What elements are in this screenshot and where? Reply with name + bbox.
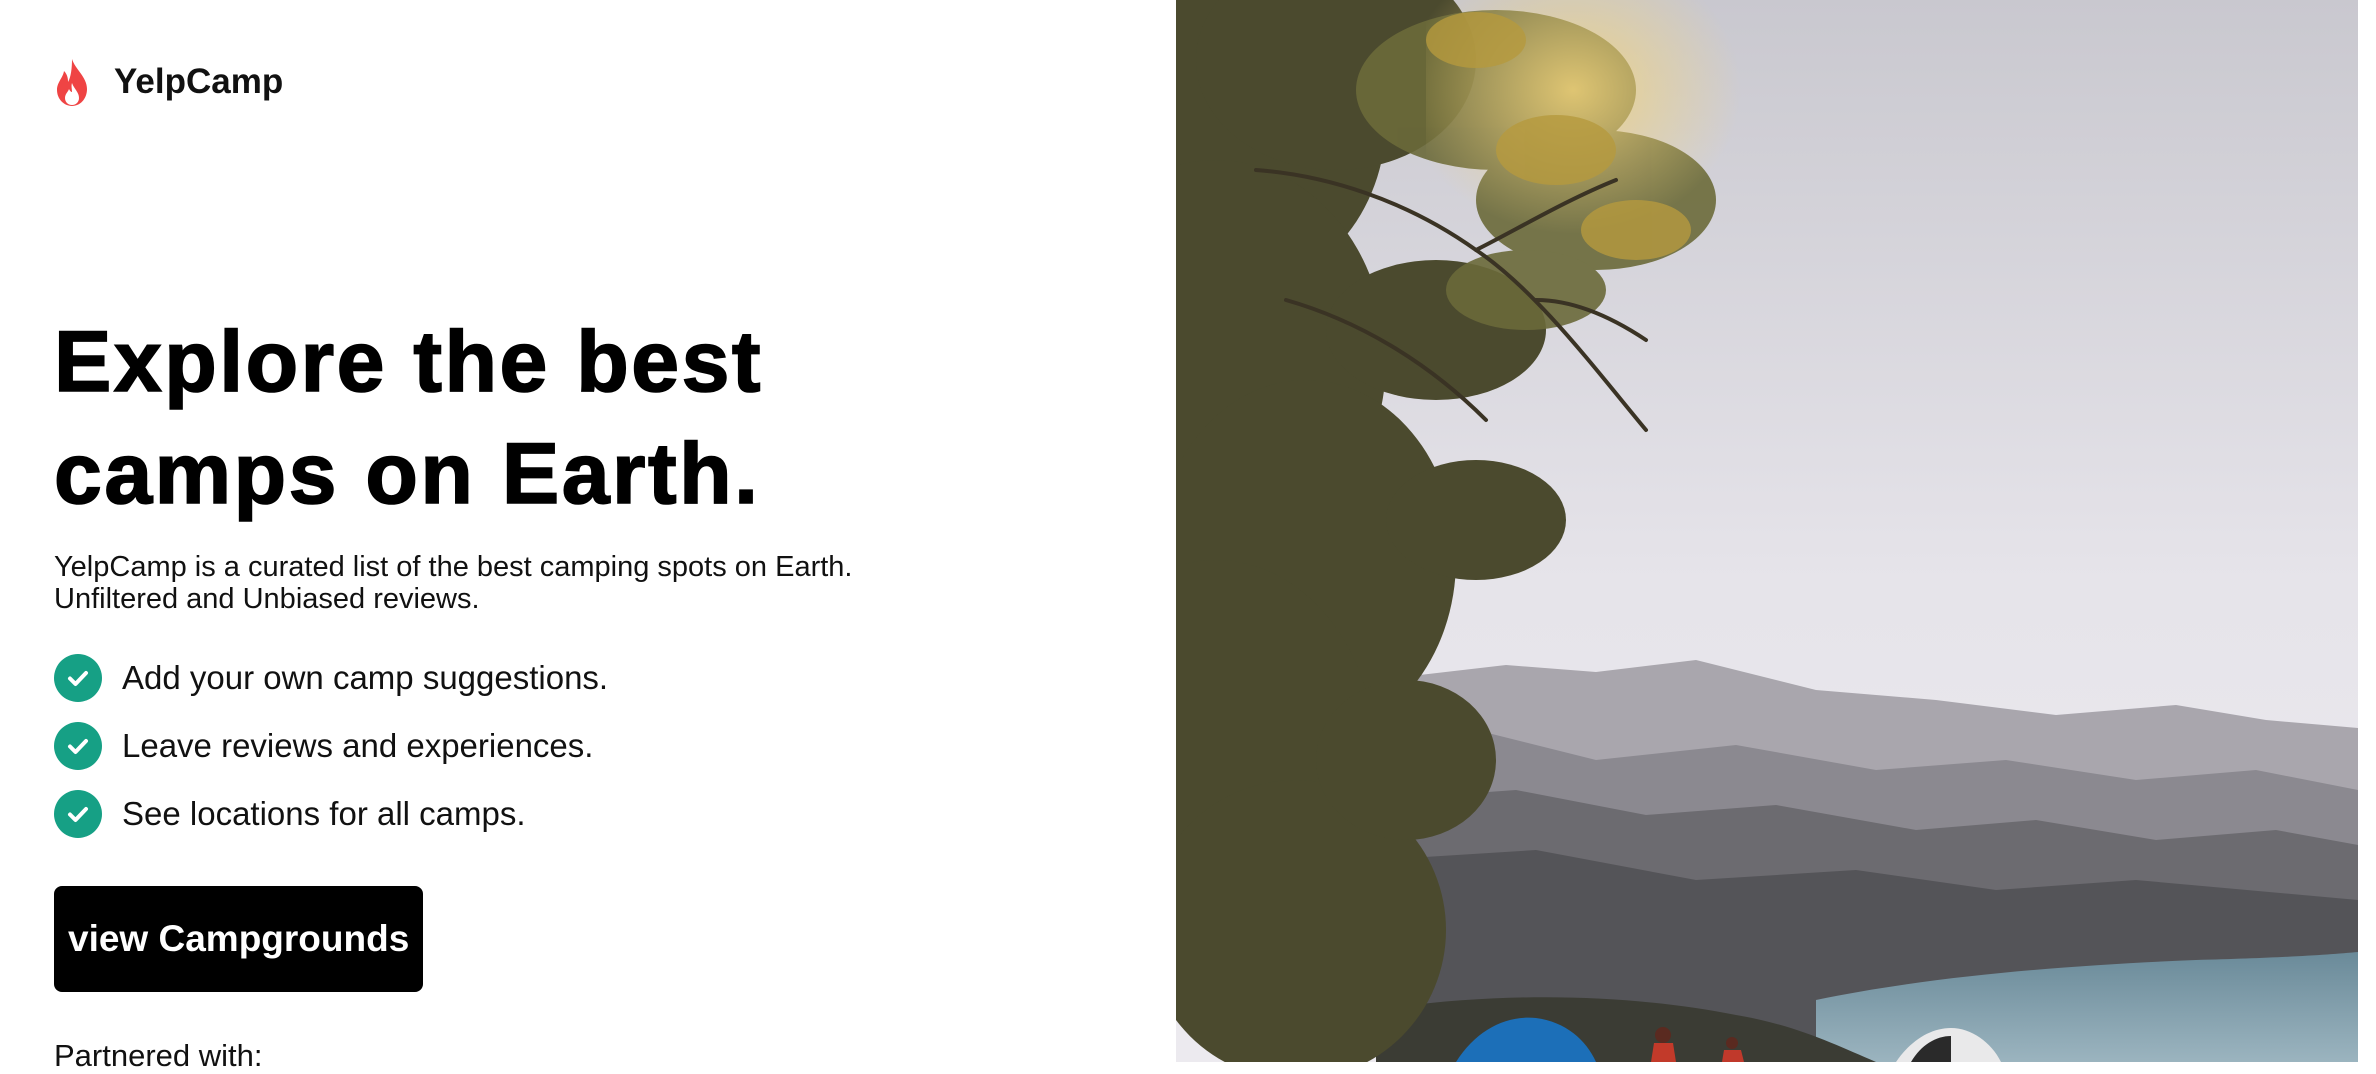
headline-line-1: Explore the best bbox=[53, 313, 764, 411]
brand[interactable]: YelpCamp bbox=[54, 57, 283, 107]
feature-item: See locations for all camps. bbox=[54, 789, 608, 839]
feature-label: See locations for all camps. bbox=[122, 795, 526, 832]
description-line-2: Unfiltered and Unbiased reviews. bbox=[54, 583, 480, 615]
feature-item: Leave reviews and experiences. bbox=[54, 721, 608, 771]
feature-item: Add your own camp suggestions. bbox=[54, 653, 608, 703]
hero-description: YelpCamp is a curated list of the best c… bbox=[54, 551, 852, 615]
brand-name: YelpCamp bbox=[114, 62, 284, 101]
feature-list: Add your own camp suggestions. Leave rev… bbox=[54, 653, 608, 857]
view-campgrounds-button[interactable]: view Campgrounds bbox=[54, 886, 424, 992]
feature-label: Leave reviews and experiences. bbox=[122, 727, 594, 764]
partnered-with-label: Partnered with: bbox=[54, 1038, 263, 1073]
headline-line-2: camps on Earth. bbox=[53, 425, 761, 523]
check-circle-icon bbox=[54, 790, 102, 838]
hero-panel: YelpCamp Explore the best camps on Earth… bbox=[0, 0, 1176, 1073]
description-line-1: YelpCamp is a curated list of the best c… bbox=[54, 551, 853, 583]
feature-label: Add your own camp suggestions. bbox=[122, 659, 609, 696]
page-title: Explore the best camps on Earth. bbox=[53, 306, 1054, 530]
flame-icon bbox=[57, 59, 87, 106]
hero-image bbox=[1176, 0, 2358, 1062]
check-circle-icon bbox=[54, 722, 102, 770]
check-circle-icon bbox=[54, 654, 102, 702]
